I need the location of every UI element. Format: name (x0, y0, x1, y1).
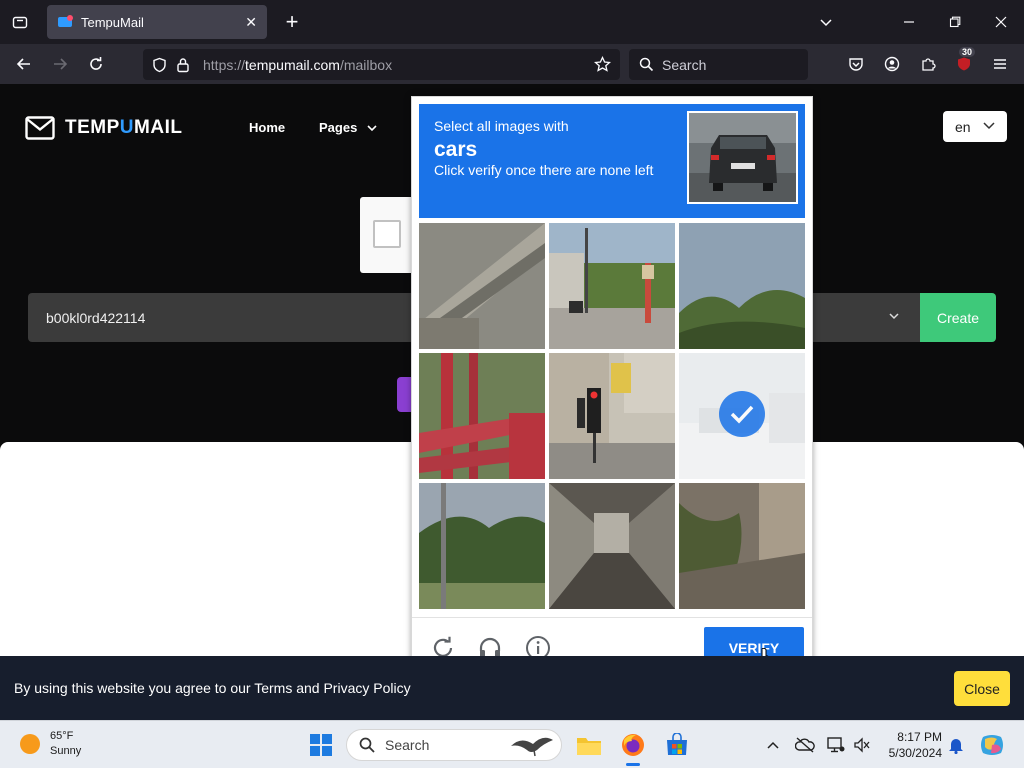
url-scheme: https:// (203, 56, 246, 73)
ublock-extension-icon[interactable]: 30 (950, 47, 978, 78)
clock-date: 5/30/2024 (888, 746, 942, 760)
show-hidden-icons-chevron-icon[interactable] (763, 735, 783, 755)
captcha-challenge-dialog: Select all images with cars Click verify… (411, 96, 813, 676)
active-app-indicator (626, 763, 640, 766)
chevron-down-icon (983, 122, 995, 130)
captcha-sample-image (687, 111, 798, 204)
bookmark-star-icon[interactable] (590, 53, 614, 77)
notification-bell-icon[interactable] (946, 735, 966, 755)
browser-navigation-bar: https://tempumail.com/mailbox Search 30 (0, 44, 1024, 84)
minimize-window-icon[interactable] (895, 8, 923, 36)
captcha-tile-2[interactable] (549, 223, 675, 349)
close-tab-icon[interactable]: ✕ (245, 14, 257, 31)
tab-title: TempuMail (81, 14, 144, 30)
captcha-prompt-target: cars (434, 138, 478, 161)
chevron-down-icon (889, 313, 899, 320)
extension-badge-count: 30 (959, 47, 976, 57)
url-host: tempumail.com (245, 56, 340, 73)
cookie-consent-bar: By using this website you agree to our T… (0, 656, 1024, 720)
logo-text-temp: TEMP (65, 117, 120, 138)
browser-search-bar[interactable]: Search (629, 49, 808, 80)
weather-condition: Sunny (50, 745, 82, 757)
extensions-puzzle-icon[interactable] (914, 50, 942, 78)
lock-icon[interactable] (171, 53, 195, 77)
nav-pages-label: Pages (319, 120, 358, 135)
windows-start-icon[interactable] (305, 729, 337, 761)
chevron-down-icon (367, 125, 377, 132)
weather-widget[interactable]: 65°F Sunny (20, 729, 81, 759)
onedrive-offline-icon[interactable] (795, 735, 815, 755)
envelope-icon (25, 116, 55, 140)
domain-select[interactable] (812, 293, 920, 342)
url-text: https://tempumail.com/mailbox (203, 57, 392, 73)
copilot-pre-icon[interactable] (976, 729, 1008, 761)
language-value: en (955, 118, 971, 135)
tempumail-favicon-icon (57, 14, 73, 30)
taskbar-search-box[interactable]: Search (346, 729, 562, 761)
list-all-tabs-icon[interactable] (6, 8, 34, 36)
email-username-input[interactable]: b00kl0rd422114 (28, 293, 420, 342)
captcha-tile-3[interactable] (679, 223, 805, 349)
captcha-prompt-line1: Select all images with (434, 118, 569, 134)
captcha-prompt-line3: Click verify once there are none left (434, 162, 654, 178)
search-highlight-bird-icon (511, 737, 553, 757)
firefox-icon[interactable] (617, 729, 649, 761)
search-placeholder: Search (662, 56, 707, 73)
close-window-icon[interactable] (987, 8, 1015, 36)
captcha-tile-6[interactable] (679, 353, 805, 479)
nav-home-link[interactable]: Home (249, 120, 285, 135)
search-icon (639, 57, 654, 72)
logo-text-mail: MAIL (134, 117, 183, 138)
restore-window-icon[interactable] (941, 8, 969, 36)
tempumail-logo[interactable]: TEMP U MAIL (25, 116, 182, 140)
captcha-checkbox-widget (360, 197, 415, 273)
microsoft-store-icon[interactable] (661, 729, 693, 761)
tracking-protection-shield-icon[interactable] (147, 53, 171, 77)
create-button[interactable]: Create (920, 293, 996, 342)
selected-checkmark-icon (719, 391, 765, 437)
captcha-tile-8[interactable] (549, 483, 675, 609)
forward-arrow-icon[interactable] (46, 50, 74, 78)
captcha-tile-1[interactable] (419, 223, 545, 349)
account-icon[interactable] (878, 50, 906, 78)
search-icon (359, 737, 375, 753)
pocket-icon[interactable] (842, 50, 870, 78)
captcha-prompt-header: Select all images with cars Click verify… (419, 104, 805, 218)
browser-tab-bar: TempuMail ✕ + (0, 0, 1024, 44)
captcha-tile-5[interactable] (549, 353, 675, 479)
captcha-footer-divider (412, 617, 812, 618)
captcha-tile-4[interactable] (419, 353, 545, 479)
url-path: /mailbox (339, 56, 393, 73)
cookie-close-button[interactable]: Close (954, 671, 1010, 706)
clock-time: 8:17 PM (897, 730, 942, 744)
weather-temperature: 65°F (50, 730, 74, 742)
cookie-message: By using this website you agree to our T… (14, 680, 411, 696)
back-arrow-icon[interactable] (10, 50, 38, 78)
volume-muted-icon[interactable] (852, 735, 872, 755)
tab-overflow-chevron-icon[interactable] (812, 8, 840, 36)
captcha-tile-7[interactable] (419, 483, 545, 609)
nav-pages-dropdown[interactable]: Pages (319, 120, 377, 135)
captcha-tile-9[interactable] (679, 483, 805, 609)
logo-text-u: U (119, 117, 135, 138)
network-monitor-icon[interactable] (826, 735, 846, 755)
captcha-checkbox[interactable] (373, 220, 401, 248)
browser-tab-tempumail[interactable]: TempuMail ✕ (47, 5, 267, 39)
reload-icon[interactable] (82, 50, 110, 78)
file-explorer-icon[interactable] (573, 729, 605, 761)
language-select[interactable]: en (943, 111, 1007, 142)
windows-taskbar: 65°F Sunny Search 8:17 PM 5/30/2024 (0, 720, 1024, 768)
hamburger-menu-icon[interactable] (986, 50, 1014, 78)
new-tab-icon[interactable]: + (278, 8, 306, 36)
taskbar-search-label: Search (385, 737, 430, 753)
system-clock[interactable]: 8:17 PM 5/30/2024 (880, 729, 942, 761)
sun-icon (20, 734, 40, 754)
address-bar[interactable]: https://tempumail.com/mailbox (143, 49, 620, 80)
